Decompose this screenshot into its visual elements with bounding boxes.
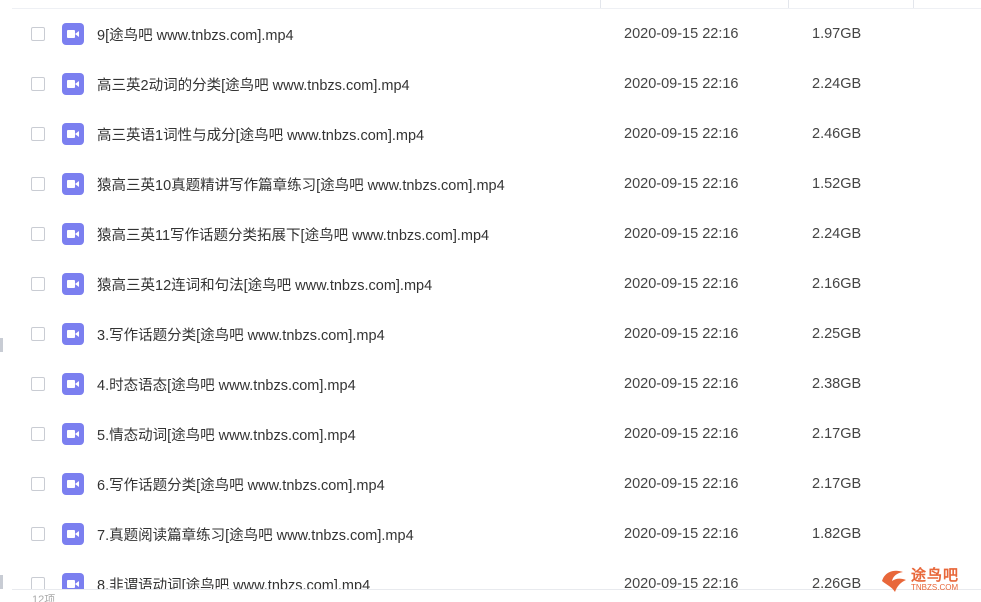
file-name[interactable]: 6.写作话题分类[途鸟吧 www.tnbzs.com].mp4 [97, 474, 385, 495]
file-name[interactable]: 4.时态语态[途鸟吧 www.tnbzs.com].mp4 [97, 374, 356, 395]
file-modified-date: 2020-09-15 22:16 [624, 426, 739, 442]
file-size: 2.38GB [812, 376, 862, 392]
file-size: 2.17GB [812, 476, 862, 492]
file-modified-date: 2020-09-15 22:16 [624, 476, 739, 492]
video-file-icon [62, 23, 84, 45]
video-file-icon [62, 373, 84, 395]
file-row[interactable]: 猿高三英10真题精讲写作篇章练习[途鸟吧 www.tnbzs.com].mp4 2… [12, 159, 981, 209]
row-checkbox[interactable] [31, 477, 45, 491]
file-list-viewport: 9[途鸟吧 www.tnbzs.com].mp4 2020-09-15 22:16… [0, 0, 981, 602]
watermark-text: 途鸟吧 [911, 567, 960, 584]
row-checkbox[interactable] [31, 227, 45, 241]
file-name[interactable]: 9[途鸟吧 www.tnbzs.com].mp4 [97, 24, 294, 45]
file-size: 1.82GB [812, 526, 862, 542]
file-name[interactable]: 3.写作话题分类[途鸟吧 www.tnbzs.com].mp4 [97, 324, 385, 345]
column-divider[interactable] [600, 0, 601, 8]
file-size: 2.24GB [812, 226, 862, 242]
video-file-icon [62, 73, 84, 95]
file-list: 9[途鸟吧 www.tnbzs.com].mp4 2020-09-15 22:16… [12, 9, 981, 602]
watermark-logo: 途鸟吧 TNBZS.COM [879, 564, 971, 596]
file-row[interactable]: 4.时态语态[途鸟吧 www.tnbzs.com].mp4 2020-09-15 … [12, 359, 981, 409]
video-file-icon [62, 473, 84, 495]
file-name[interactable]: 7.真题阅读篇章练习[途鸟吧 www.tnbzs.com].mp4 [97, 524, 414, 545]
video-file-icon [62, 273, 84, 295]
file-modified-date: 2020-09-15 22:16 [624, 276, 739, 292]
file-row[interactable]: 5.情态动词[途鸟吧 www.tnbzs.com].mp4 2020-09-15 … [12, 409, 981, 459]
video-file-icon [62, 173, 84, 195]
file-size: 1.52GB [812, 176, 862, 192]
file-size: 2.46GB [812, 126, 862, 142]
file-modified-date: 2020-09-15 22:16 [624, 376, 739, 392]
file-size: 2.16GB [812, 276, 862, 292]
file-row[interactable]: 6.写作话题分类[途鸟吧 www.tnbzs.com].mp4 2020-09-1… [12, 459, 981, 509]
file-size: 2.24GB [812, 76, 862, 92]
video-file-icon [62, 123, 84, 145]
file-modified-date: 2020-09-15 22:16 [624, 76, 739, 92]
file-size: 1.97GB [812, 26, 862, 42]
row-checkbox[interactable] [31, 527, 45, 541]
file-row[interactable]: 高三英2动词的分类[途鸟吧 www.tnbzs.com].mp4 2020-09-… [12, 59, 981, 109]
file-size: 2.25GB [812, 326, 862, 342]
file-row[interactable]: 猿高三英11写作话题分类拓展下[途鸟吧 www.tnbzs.com].mp4 20… [12, 209, 981, 259]
file-row[interactable]: 7.真题阅读篇章练习[途鸟吧 www.tnbzs.com].mp4 2020-09… [12, 509, 981, 559]
file-row[interactable]: 3.写作话题分类[途鸟吧 www.tnbzs.com].mp4 2020-09-1… [12, 309, 981, 359]
watermark-subtext: TNBZS.COM [911, 583, 959, 592]
file-name[interactable]: 猿高三英12连词和句法[途鸟吧 www.tnbzs.com].mp4 [97, 274, 432, 295]
row-checkbox[interactable] [31, 277, 45, 291]
row-checkbox[interactable] [31, 77, 45, 91]
row-checkbox[interactable] [31, 427, 45, 441]
file-modified-date: 2020-09-15 22:16 [624, 176, 739, 192]
file-row[interactable]: 高三英语1词性与成分[途鸟吧 www.tnbzs.com].mp4 2020-09… [12, 109, 981, 159]
column-divider[interactable] [788, 0, 789, 8]
row-checkbox[interactable] [31, 327, 45, 341]
file-name[interactable]: 猿高三英11写作话题分类拓展下[途鸟吧 www.tnbzs.com].mp4 [97, 224, 489, 245]
row-checkbox[interactable] [31, 127, 45, 141]
column-divider[interactable] [913, 0, 914, 8]
file-name[interactable]: 5.情态动词[途鸟吧 www.tnbzs.com].mp4 [97, 424, 356, 445]
file-name[interactable]: 高三英2动词的分类[途鸟吧 www.tnbzs.com].mp4 [97, 74, 410, 95]
file-name[interactable]: 高三英语1词性与成分[途鸟吧 www.tnbzs.com].mp4 [97, 124, 424, 145]
left-edge-panel [0, 0, 12, 602]
file-modified-date: 2020-09-15 22:16 [624, 326, 739, 342]
bird-logo-icon [882, 570, 906, 592]
status-bar: 12项 [12, 589, 981, 602]
row-checkbox[interactable] [31, 377, 45, 391]
file-name[interactable]: 猿高三英10真题精讲写作篇章练习[途鸟吧 www.tnbzs.com].mp4 [97, 174, 505, 195]
file-size: 2.17GB [812, 426, 862, 442]
file-modified-date: 2020-09-15 22:16 [624, 526, 739, 542]
left-edge-marker [0, 575, 3, 589]
row-checkbox[interactable] [31, 27, 45, 41]
video-file-icon [62, 223, 84, 245]
file-modified-date: 2020-09-15 22:16 [624, 126, 739, 142]
list-header-strip [12, 0, 981, 9]
file-modified-date: 2020-09-15 22:16 [624, 26, 739, 42]
row-checkbox[interactable] [31, 177, 45, 191]
video-file-icon [62, 423, 84, 445]
file-modified-date: 2020-09-15 22:16 [624, 226, 739, 242]
file-row[interactable]: 猿高三英12连词和句法[途鸟吧 www.tnbzs.com].mp4 2020-0… [12, 259, 981, 309]
video-file-icon [62, 323, 84, 345]
video-file-icon [62, 523, 84, 545]
item-count: 12项 [32, 594, 56, 602]
file-row[interactable]: 9[途鸟吧 www.tnbzs.com].mp4 2020-09-15 22:16… [12, 9, 981, 59]
left-edge-marker [0, 338, 3, 352]
